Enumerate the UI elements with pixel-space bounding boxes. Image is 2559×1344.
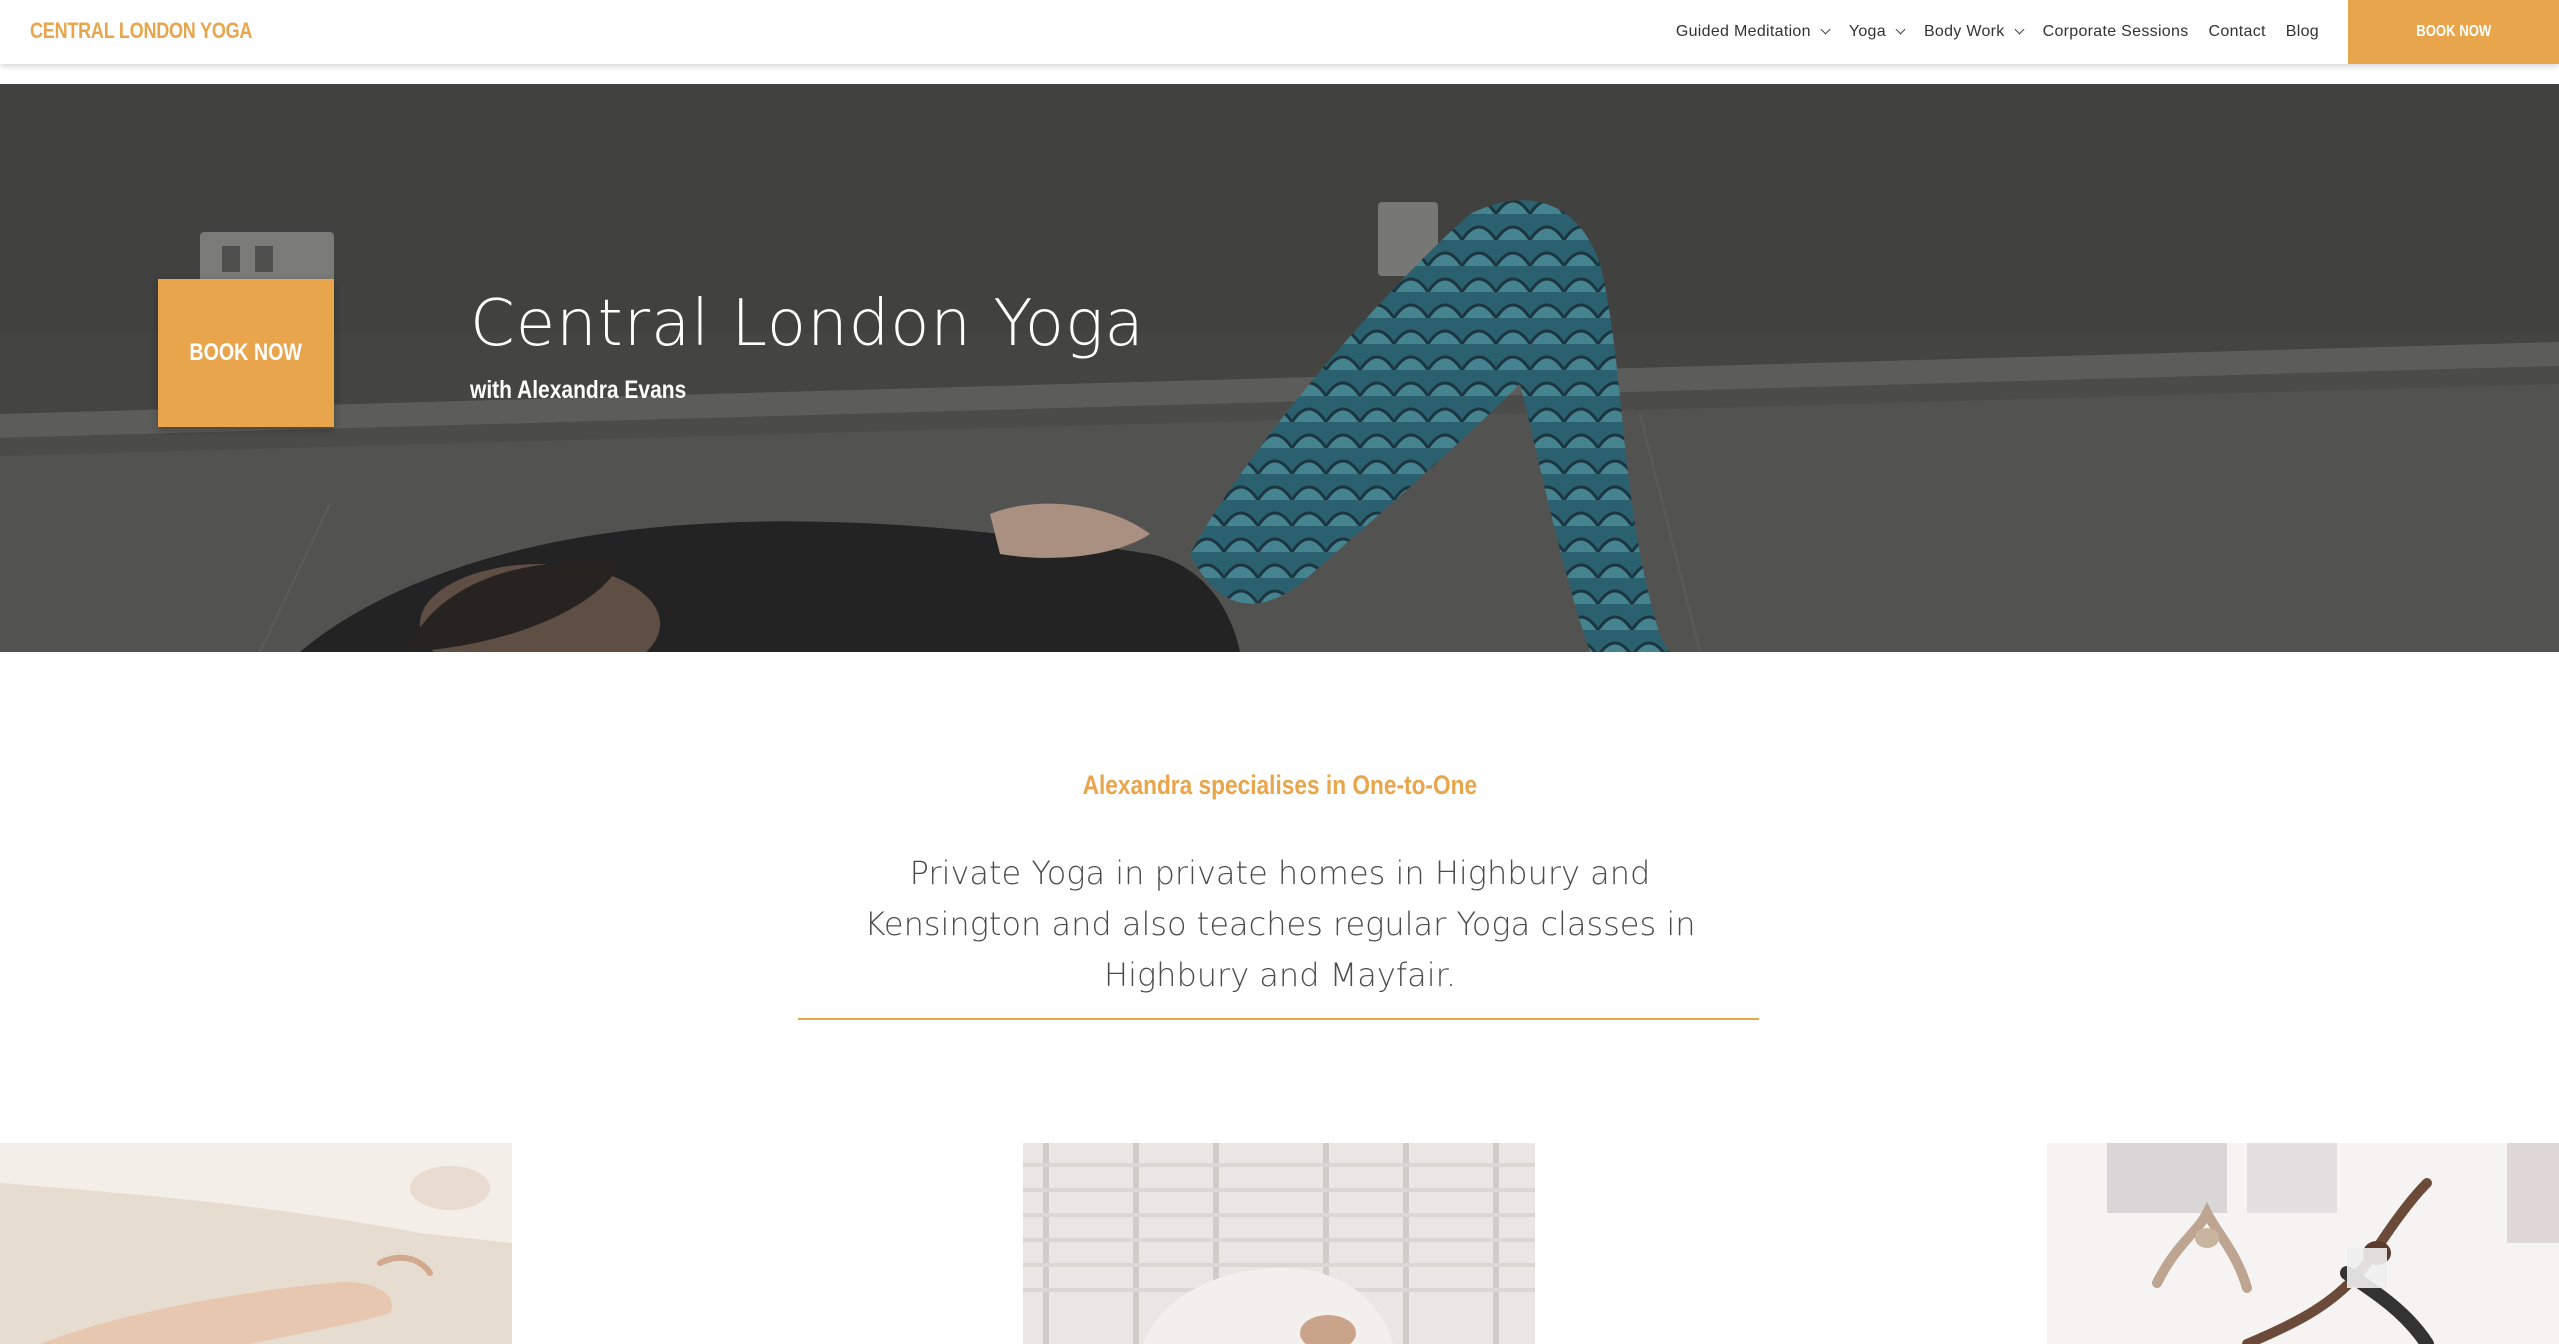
yoga-class-photo (2047, 1143, 2559, 1344)
meditation-hands-photo (0, 1143, 512, 1344)
child-pose-photo (1023, 1143, 1535, 1344)
nav-item-guided-meditation[interactable]: Guided Meditation (1675, 23, 1831, 41)
nav-item-label: Blog (2285, 23, 2319, 40)
intro-body: Private Yoga in private homes in Highbur… (864, 854, 1696, 994)
chevron-down-icon (1820, 24, 1831, 35)
intro-heading: Alexandra specialises in One-to-One (0, 770, 2559, 801)
gallery-image-child-pose[interactable] (1023, 1143, 1535, 1344)
chevron-down-icon (1895, 24, 1906, 35)
section-divider (798, 1018, 1759, 1020)
header-book-now-button[interactable]: BOOK NOW (2348, 0, 2559, 64)
gallery-image-meditation[interactable] (0, 1143, 512, 1344)
nav-item-label: Body Work (1923, 23, 2005, 40)
nav-item-body-work[interactable]: Body Work (1923, 23, 2025, 41)
nav-item-label: Yoga (1848, 23, 1886, 40)
nav-item-corporate-sessions[interactable]: Corporate Sessions (2043, 23, 2189, 41)
hero-book-now-button[interactable]: BOOK NOW (158, 279, 334, 427)
nav-item-label: Guided Meditation (1675, 23, 1811, 40)
book-now-label: BOOK NOW (2415, 23, 2492, 40)
site-header: CENTRAL LONDON YOGA Guided Meditation Yo… (0, 0, 2559, 64)
hero-background-photo (0, 84, 2559, 652)
main-nav: Guided Meditation Yoga Body Work Corpora… (1656, 0, 2319, 64)
chevron-down-icon (2014, 24, 2025, 35)
nav-item-label: Corporate Sessions (2042, 23, 2189, 40)
book-now-label: BOOK NOW (189, 339, 303, 366)
intro-heading-text: Alexandra specialises in One-to-One (1082, 770, 1477, 800)
gallery-image-yoga-class[interactable] (2047, 1143, 2559, 1344)
hero-subtitle: with Alexandra Evans (470, 376, 687, 404)
hero-banner: BOOK NOW Central London Yoga with Alexan… (0, 84, 2559, 652)
hero-title: Central London Yoga (470, 287, 1145, 361)
nav-item-blog[interactable]: Blog (2286, 23, 2319, 41)
nav-item-yoga[interactable]: Yoga (1848, 23, 1906, 41)
site-logo[interactable]: CENTRAL LONDON YOGA (30, 18, 252, 44)
nav-item-contact[interactable]: Contact (2209, 23, 2266, 41)
nav-item-label: Contact (2208, 23, 2266, 40)
